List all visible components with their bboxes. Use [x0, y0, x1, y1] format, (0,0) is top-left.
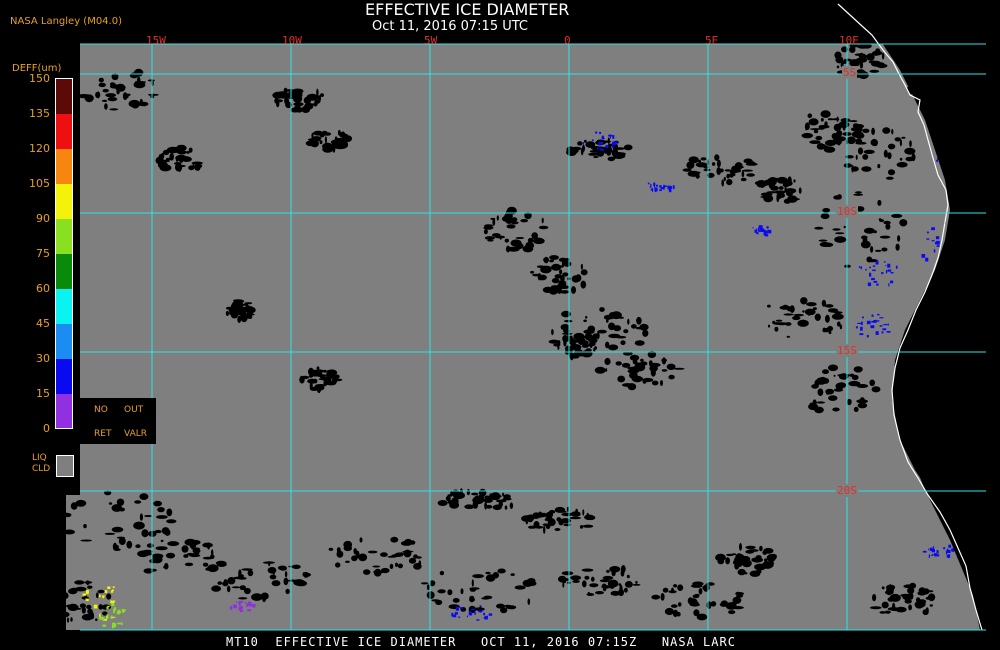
- liquid-cloud-swatch: [56, 455, 74, 477]
- colorbar-tick: 45: [36, 317, 50, 330]
- lon-label-15w: 15W: [146, 34, 166, 47]
- map-background: [66, 44, 986, 630]
- lat-label-10s: 10S: [836, 205, 858, 218]
- liq-label: LIQ: [32, 453, 47, 463]
- lon-label-5w: 5W: [424, 34, 438, 47]
- lon-label-0: 0: [564, 34, 571, 47]
- colorbar-tick: 135: [29, 107, 50, 120]
- lat-label-5s: 5S: [842, 66, 858, 79]
- out-label: OUT: [124, 405, 144, 415]
- map-timestamp: Oct 11, 2016 07:15 UTC: [372, 19, 528, 34]
- colorbar-tick: 105: [29, 177, 50, 190]
- no-label: NO: [94, 405, 108, 415]
- colorbar-frame: [55, 78, 73, 429]
- lat-label-15s: 15S: [836, 344, 858, 357]
- colorbar-tick: 30: [36, 352, 50, 365]
- footer-caption: MT10 EFFECTIVE ICE DIAMETER OCT 11, 2016…: [226, 635, 736, 649]
- colorbar-tick: 120: [29, 142, 50, 155]
- cld-label: CLD: [32, 464, 51, 474]
- colorbar-tick: 150: [29, 72, 50, 85]
- lat-label-20s: 20S: [836, 484, 858, 497]
- lon-label-5e: 5E: [705, 34, 719, 47]
- lon-label-10e: 10E: [839, 34, 859, 47]
- colorbar-tick: 60: [36, 282, 50, 295]
- colorbar-tick: 15: [36, 387, 50, 400]
- lon-label-10w: 10W: [282, 34, 302, 47]
- satellite-map: [0, 0, 1000, 650]
- valr-label: VALR: [124, 429, 148, 439]
- ret-label: RET: [94, 429, 112, 439]
- colorbar-tick: 75: [36, 247, 50, 260]
- colorbar-tick: 0: [43, 422, 50, 435]
- map-title: EFFECTIVE ICE DIAMETER: [365, 0, 570, 19]
- colorbar-tick: 90: [36, 212, 50, 225]
- credit-label: NASA Langley (M04.0): [10, 16, 122, 27]
